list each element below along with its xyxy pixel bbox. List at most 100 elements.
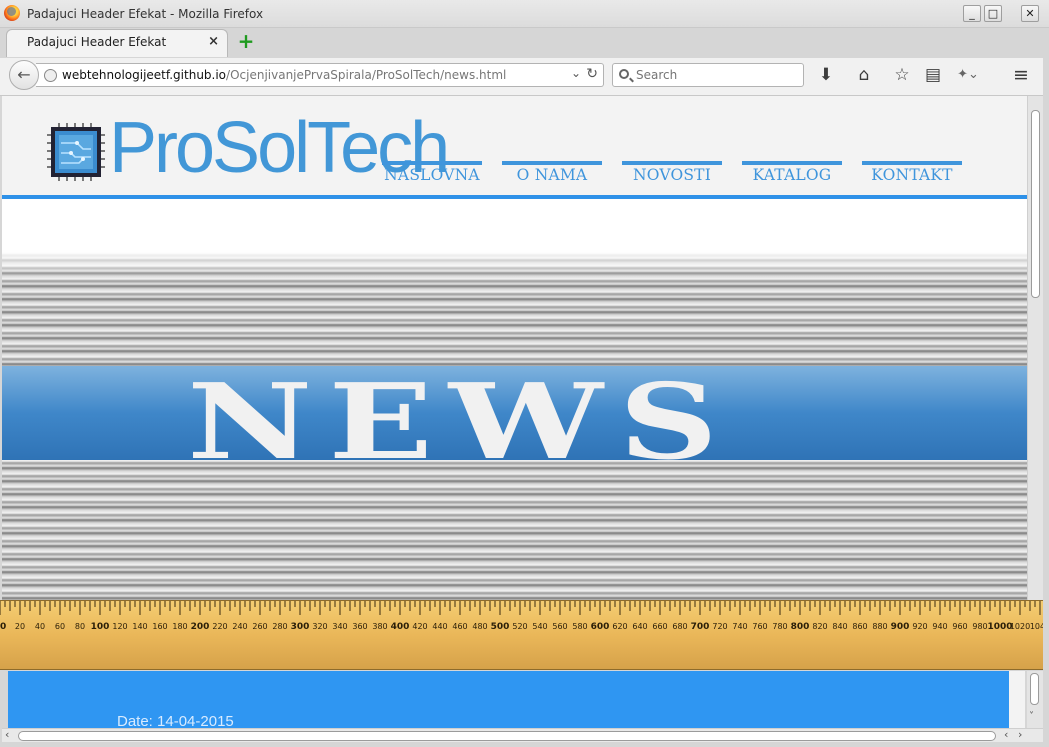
window-right-edge (1043, 28, 1049, 747)
ruler-tick-label: 400 (391, 622, 410, 632)
ruler-tick-label: 420 (412, 622, 427, 631)
ruler-tick-label: 80 (75, 622, 85, 631)
ruler-tick-label: 300 (291, 622, 310, 632)
page-margin (1009, 671, 1025, 728)
tab-close-icon[interactable]: × (208, 34, 219, 49)
search-box[interactable] (612, 63, 804, 87)
back-button[interactable]: ← (9, 60, 39, 90)
url-host: webtehnologijeetf.github.io (62, 68, 227, 82)
scroll-left-arrow-icon[interactable]: ‹ (5, 728, 9, 741)
title-bar: Padajuci Header Efekat - Mozilla Firefox… (0, 0, 1049, 28)
navigation-toolbar: webtehnologijeetf.github.io/Ocjenjivanje… (0, 58, 1049, 96)
home-icon[interactable]: ⌂ (852, 64, 876, 88)
tab-strip: Padajuci Header Efekat × + (0, 28, 1049, 58)
ruler-tick-label: 0 (0, 622, 6, 632)
ruler-tick-label: 660 (652, 622, 667, 631)
url-text[interactable]: webtehnologijeetf.github.io/Ocjenjivanje… (62, 68, 506, 82)
maximize-button[interactable]: □ (984, 5, 1002, 22)
url-bar[interactable]: webtehnologijeetf.github.io/Ocjenjivanje… (36, 63, 604, 87)
extension-icon[interactable]: ✦⌄ (956, 64, 980, 88)
search-icon (619, 69, 629, 79)
ruler-tick-label: 540 (532, 622, 547, 631)
ruler-tick-label: 740 (732, 622, 747, 631)
close-window-button[interactable]: ✕ (1021, 5, 1039, 22)
ruler-tick-label: 340 (332, 622, 347, 631)
ruler-scale: 0 20 40 60 80 100 120 140 160 180 200 220 240 260 280 3… (0, 601, 1049, 632)
ruler-tick-label: 720 (712, 622, 727, 631)
globe-icon (44, 69, 57, 82)
browser-window: Padajuci Header Efekat - Mozilla Firefox… (0, 0, 1049, 747)
ruler-tick-label: 860 (852, 622, 867, 631)
ruler-tick-label: 780 (772, 622, 787, 631)
nav-link-katalog[interactable]: KATALOG (742, 161, 842, 184)
inner-scroll-thumb[interactable] (1030, 673, 1039, 705)
chevron-down-icon[interactable]: ⌄ (571, 66, 581, 80)
search-input[interactable] (636, 66, 796, 84)
ruler-tick-label: 160 (152, 622, 167, 631)
reload-icon[interactable]: ↻ (586, 66, 598, 82)
ruler-tick-label: 520 (512, 622, 527, 631)
ruler-tick-label: 460 (452, 622, 467, 631)
ruler-tick-label: 200 (191, 622, 210, 632)
ruler-tick-label: 360 (352, 622, 367, 631)
minimize-button[interactable]: _ (963, 5, 981, 22)
menu-icon[interactable]: ≡ (1009, 64, 1033, 88)
ruler-tick-label: 1020 (1010, 622, 1030, 631)
horizontal-scrollbar[interactable]: ‹ ‹ › (2, 728, 1043, 742)
ruler-tick-label: 760 (752, 622, 767, 631)
ruler-tick-label: 560 (552, 622, 567, 631)
ruler-tick-label: 40 (35, 622, 45, 631)
news-hero-image: NEWS (2, 250, 1027, 600)
screen-ruler[interactable]: 0 20 40 60 80 100 120 140 160 180 200 220 240 260 280 3… (0, 600, 1049, 670)
ruler-tick-label: 220 (212, 622, 227, 631)
tab-label: Padajuci Header Efekat (27, 35, 167, 49)
inner-vertical-scrollbar[interactable]: ˅ (1027, 671, 1043, 728)
firefox-logo-icon (4, 5, 20, 21)
ruler-tick-label: 100 (91, 622, 110, 632)
ruler-tick-label: 800 (791, 622, 810, 632)
ruler-tick-label: 680 (672, 622, 687, 631)
ruler-tick-label: 60 (55, 622, 65, 631)
ruler-tick-label: 580 (572, 622, 587, 631)
hero-fade (2, 250, 1027, 278)
ruler-tick-label: 380 (372, 622, 387, 631)
site-header: ProSolTech NASLOVNA O NAMA NOVOSTI KATAL… (2, 96, 1027, 196)
nav-link-kontakt[interactable]: KONTAKT (862, 161, 962, 184)
nav-link-o-nama[interactable]: O NAMA (502, 161, 602, 184)
ruler-tick-label: 820 (812, 622, 827, 631)
ruler-tick-label: 980 (972, 622, 987, 631)
ruler-tick-label: 440 (432, 622, 447, 631)
ruler-tick-label: 480 (472, 622, 487, 631)
scroll-down-arrow-icon[interactable]: ˅ (1029, 711, 1034, 722)
article-block: Date: 14-04-2015 (8, 671, 1009, 730)
ruler-tick-label: 840 (832, 622, 847, 631)
ruler-tick-label: 1000 (987, 622, 1012, 632)
window-title: Padajuci Header Efekat - Mozilla Firefox (27, 7, 264, 21)
nav-link-naslovna[interactable]: NASLOVNA (382, 161, 482, 184)
horizontal-scroll-thumb[interactable] (18, 731, 996, 741)
vertical-scroll-thumb[interactable] (1031, 110, 1040, 298)
ruler-tick-label: 260 (252, 622, 267, 631)
ruler-tick-label: 940 (932, 622, 947, 631)
window-bottom-edge (0, 742, 1049, 747)
tab-active[interactable]: Padajuci Header Efekat × (6, 29, 228, 57)
ruler-tick-label: 900 (891, 622, 910, 632)
ruler-tick-label: 20 (15, 622, 25, 631)
bookmark-star-icon[interactable]: ☆ (890, 64, 914, 88)
ruler-tick-label: 240 (232, 622, 247, 631)
reading-list-icon[interactable]: ▤ (921, 64, 945, 88)
ruler-tick-label: 600 (591, 622, 610, 632)
scroll-left-arrow-icon[interactable]: ‹ (1004, 728, 1008, 741)
ruler-tick-label: 140 (132, 622, 147, 631)
vertical-scrollbar[interactable] (1027, 96, 1043, 600)
scroll-right-arrow-icon[interactable]: › (1018, 728, 1022, 741)
new-tab-button[interactable]: + (236, 31, 256, 52)
ruler-tick-label: 320 (312, 622, 327, 631)
hero-news-word: NEWS (187, 360, 734, 483)
ruler-tick-label: 920 (912, 622, 927, 631)
ruler-tick-label: 180 (172, 622, 187, 631)
ruler-tick-label: 880 (872, 622, 887, 631)
ruler-tick-label: 120 (112, 622, 127, 631)
download-icon[interactable]: ⬇ (814, 64, 838, 88)
nav-link-novosti[interactable]: NOVOSTI (622, 161, 722, 184)
